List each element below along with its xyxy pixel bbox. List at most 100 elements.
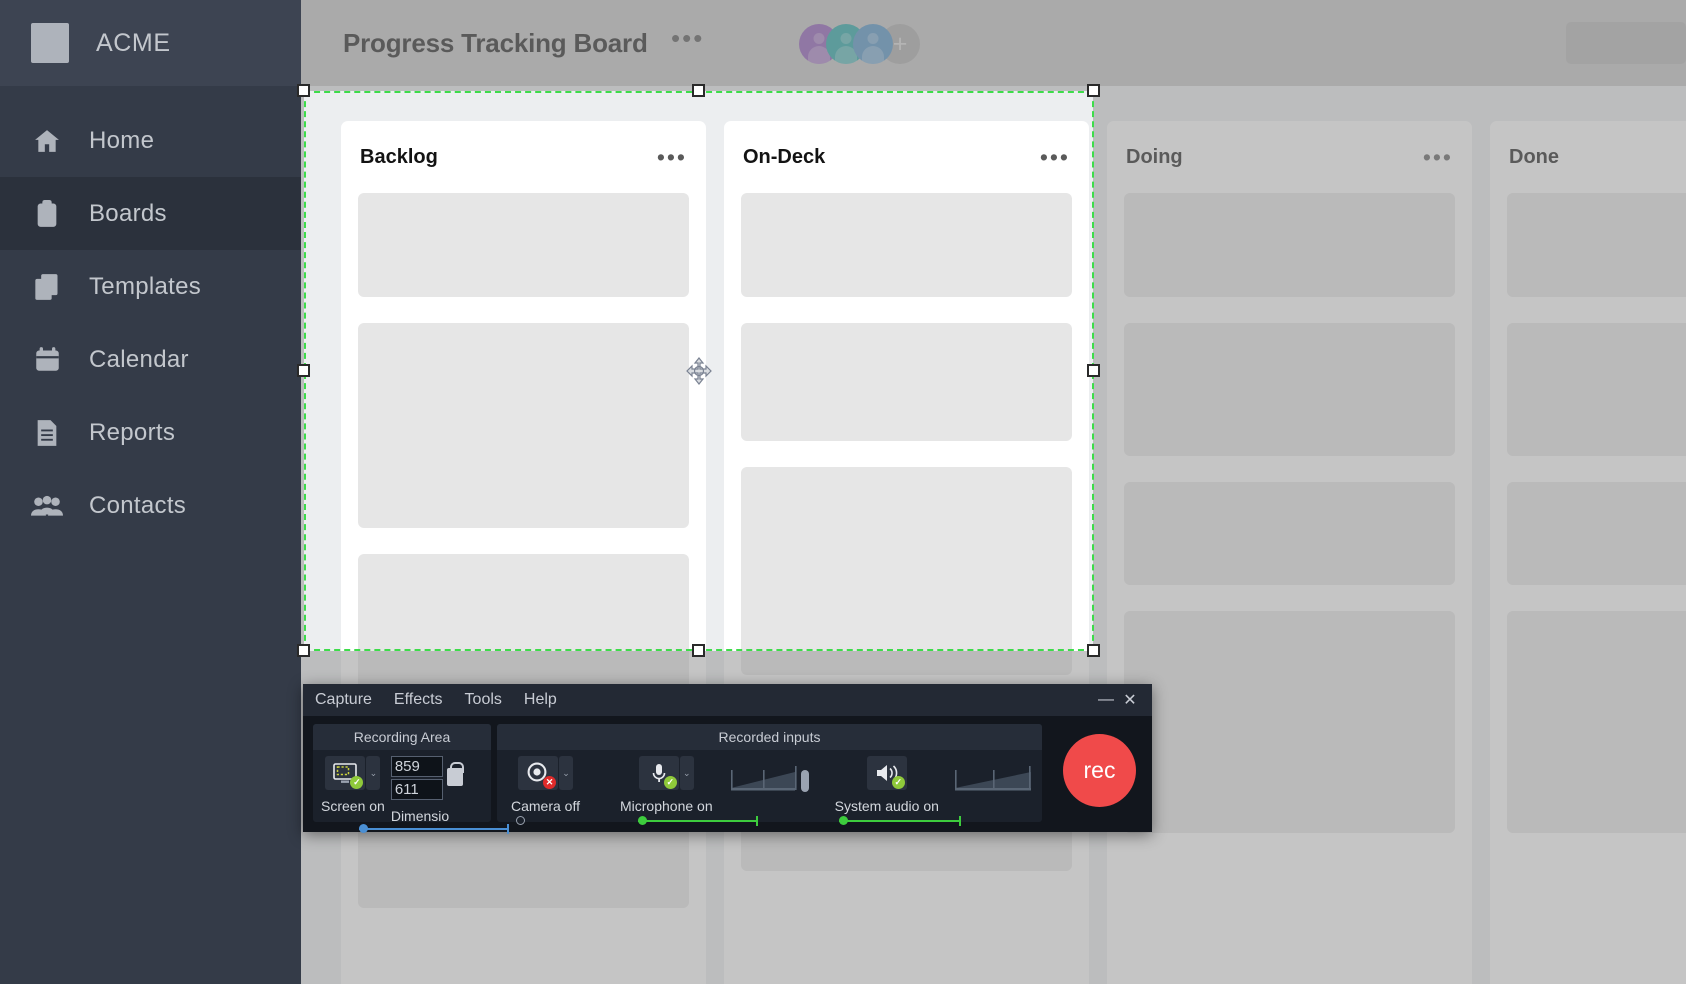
board-card[interactable] <box>1507 611 1686 833</box>
microphone-control: ✓ ⌄ Microphone on <box>620 756 758 826</box>
document-icon <box>30 417 64 449</box>
column-header: Done ••• <box>1507 121 1686 193</box>
sidebar-item-contacts[interactable]: Contacts <box>0 469 301 542</box>
board-card[interactable] <box>741 193 1072 297</box>
slider-track <box>838 820 961 822</box>
minimize-icon[interactable]: — <box>1094 688 1118 712</box>
sidebar-item-label: Boards <box>89 199 167 227</box>
recorder-menubar: Capture Effects Tools Help — ✕ <box>303 684 1152 716</box>
slider-knob[interactable] <box>516 816 525 825</box>
slider-knob[interactable] <box>638 816 647 825</box>
menu-tools[interactable]: Tools <box>465 691 502 709</box>
screen-capture-icon[interactable]: ✓ <box>325 756 366 790</box>
column-title: On-Deck <box>743 145 826 168</box>
microphone-status-label: Microphone on <box>620 798 713 814</box>
copy-icon <box>30 271 64 303</box>
lock-icon[interactable] <box>446 762 464 786</box>
board-column-on-deck: On-Deck ••• <box>724 121 1089 984</box>
column-menu-button[interactable]: ••• <box>1040 146 1070 169</box>
camera-status-label: Camera off <box>511 798 580 814</box>
sidebar-item-home[interactable]: Home <box>0 104 301 177</box>
menu-help[interactable]: Help <box>524 691 557 709</box>
sidebar-nav: Home Boards Templates Calendar Reports C… <box>0 86 301 542</box>
system-audio-on-badge: ✓ <box>891 776 905 789</box>
board-column-doing: Doing ••• <box>1107 121 1472 984</box>
selection-handle-top-left[interactable] <box>297 84 310 97</box>
camera-control: ✕ ⌄ Camera off <box>511 756 580 825</box>
board-card[interactable] <box>358 323 689 528</box>
sidebar-item-label: Calendar <box>89 345 189 373</box>
record-button[interactable]: rec <box>1063 734 1136 807</box>
microphone-options-chevron-down-icon[interactable]: ⌄ <box>679 756 694 790</box>
selection-handle-bottom-right[interactable] <box>1087 644 1100 657</box>
microphone-icon[interactable]: ✓ <box>638 756 679 790</box>
selection-handle-bottom-left[interactable] <box>297 644 310 657</box>
dimensions-control: Dimensio <box>390 756 464 824</box>
menu-effects[interactable]: Effects <box>394 691 443 709</box>
column-header: Doing ••• <box>1124 121 1455 193</box>
sidebar-item-calendar[interactable]: Calendar <box>0 323 301 396</box>
recorder-body: Recording Area ✓ ⌄ Screen on 859 611 Dim… <box>303 716 1152 834</box>
dimension-fields <box>390 756 443 800</box>
capture-width-input[interactable] <box>390 756 443 777</box>
home-icon <box>30 125 64 157</box>
member-avatar-3[interactable] <box>853 24 893 64</box>
sidebar-item-label: Contacts <box>89 491 187 519</box>
board-title-menu-button[interactable]: ••• <box>671 25 704 51</box>
screen-status-label: Screen on <box>321 798 385 814</box>
camera-icon[interactable]: ✕ <box>518 756 558 790</box>
system-audio-volume-slider[interactable] <box>838 815 961 827</box>
slider-cap <box>507 824 509 834</box>
recording-area-slider[interactable] <box>359 823 509 835</box>
sidebar-item-label: Reports <box>89 418 176 446</box>
screen-on-badge: ✓ <box>350 776 364 789</box>
brand-name: ACME <box>96 28 171 57</box>
board-card[interactable] <box>358 193 689 297</box>
selection-handle-top-center[interactable] <box>692 84 705 97</box>
screen-options-chevron-down-icon[interactable]: ⌄ <box>366 756 381 790</box>
sidebar-item-boards[interactable]: Boards <box>0 177 301 250</box>
avatar-head-shape <box>813 33 825 44</box>
board-card[interactable] <box>741 323 1072 441</box>
search-input[interactable] <box>1566 22 1686 64</box>
brand-logo-icon <box>31 23 69 63</box>
board-card[interactable] <box>1507 482 1686 585</box>
column-title: Done <box>1509 145 1559 168</box>
avatar-head-shape <box>867 33 879 44</box>
selection-handle-bottom-center[interactable] <box>692 644 705 657</box>
slider-cap <box>958 816 961 826</box>
board-card[interactable] <box>1124 611 1455 833</box>
board-card[interactable] <box>1507 193 1686 297</box>
sidebar-item-templates[interactable]: Templates <box>0 250 301 323</box>
column-menu-button[interactable]: ••• <box>1423 146 1453 169</box>
slider-track <box>359 828 509 830</box>
column-header: Backlog ••• <box>358 121 689 193</box>
slider-knob[interactable] <box>838 816 848 825</box>
recording-area-controls: ✓ ⌄ Screen on 859 611 Dimensio <box>313 750 509 834</box>
board-card[interactable] <box>1124 323 1455 456</box>
menu-capture[interactable]: Capture <box>315 691 372 709</box>
sidebar: ACME Home Boards Templates Calendar Repo… <box>0 0 301 984</box>
column-menu-button[interactable]: ••• <box>657 146 687 169</box>
sidebar-item-label: Home <box>89 126 155 154</box>
microphone-volume-slider[interactable] <box>638 815 758 827</box>
capture-height-input[interactable] <box>390 779 443 800</box>
board-column-done: Done ••• <box>1490 121 1686 984</box>
board-card[interactable] <box>741 467 1072 675</box>
system-audio-status-label: System audio on <box>834 798 939 814</box>
camera-off-badge: ✕ <box>543 776 556 789</box>
camera-options-chevron-down-icon[interactable]: ⌄ <box>559 756 573 790</box>
board-card[interactable] <box>1507 323 1686 456</box>
board-topbar: Progress Tracking Board ••• + <box>301 0 1686 86</box>
selection-handle-middle-right[interactable] <box>1087 364 1100 377</box>
speaker-icon[interactable]: ✓ <box>866 756 907 790</box>
board-card[interactable] <box>1124 193 1455 297</box>
selection-handle-middle-left[interactable] <box>297 364 310 377</box>
slider-knob[interactable] <box>359 824 368 833</box>
sidebar-item-reports[interactable]: Reports <box>0 396 301 469</box>
selection-handle-top-right[interactable] <box>1087 84 1100 97</box>
system-audio-control: ✓ System audio on <box>834 756 961 826</box>
microphone-on-badge: ✓ <box>663 776 677 789</box>
close-icon[interactable]: ✕ <box>1118 688 1142 712</box>
board-card[interactable] <box>1124 482 1455 585</box>
